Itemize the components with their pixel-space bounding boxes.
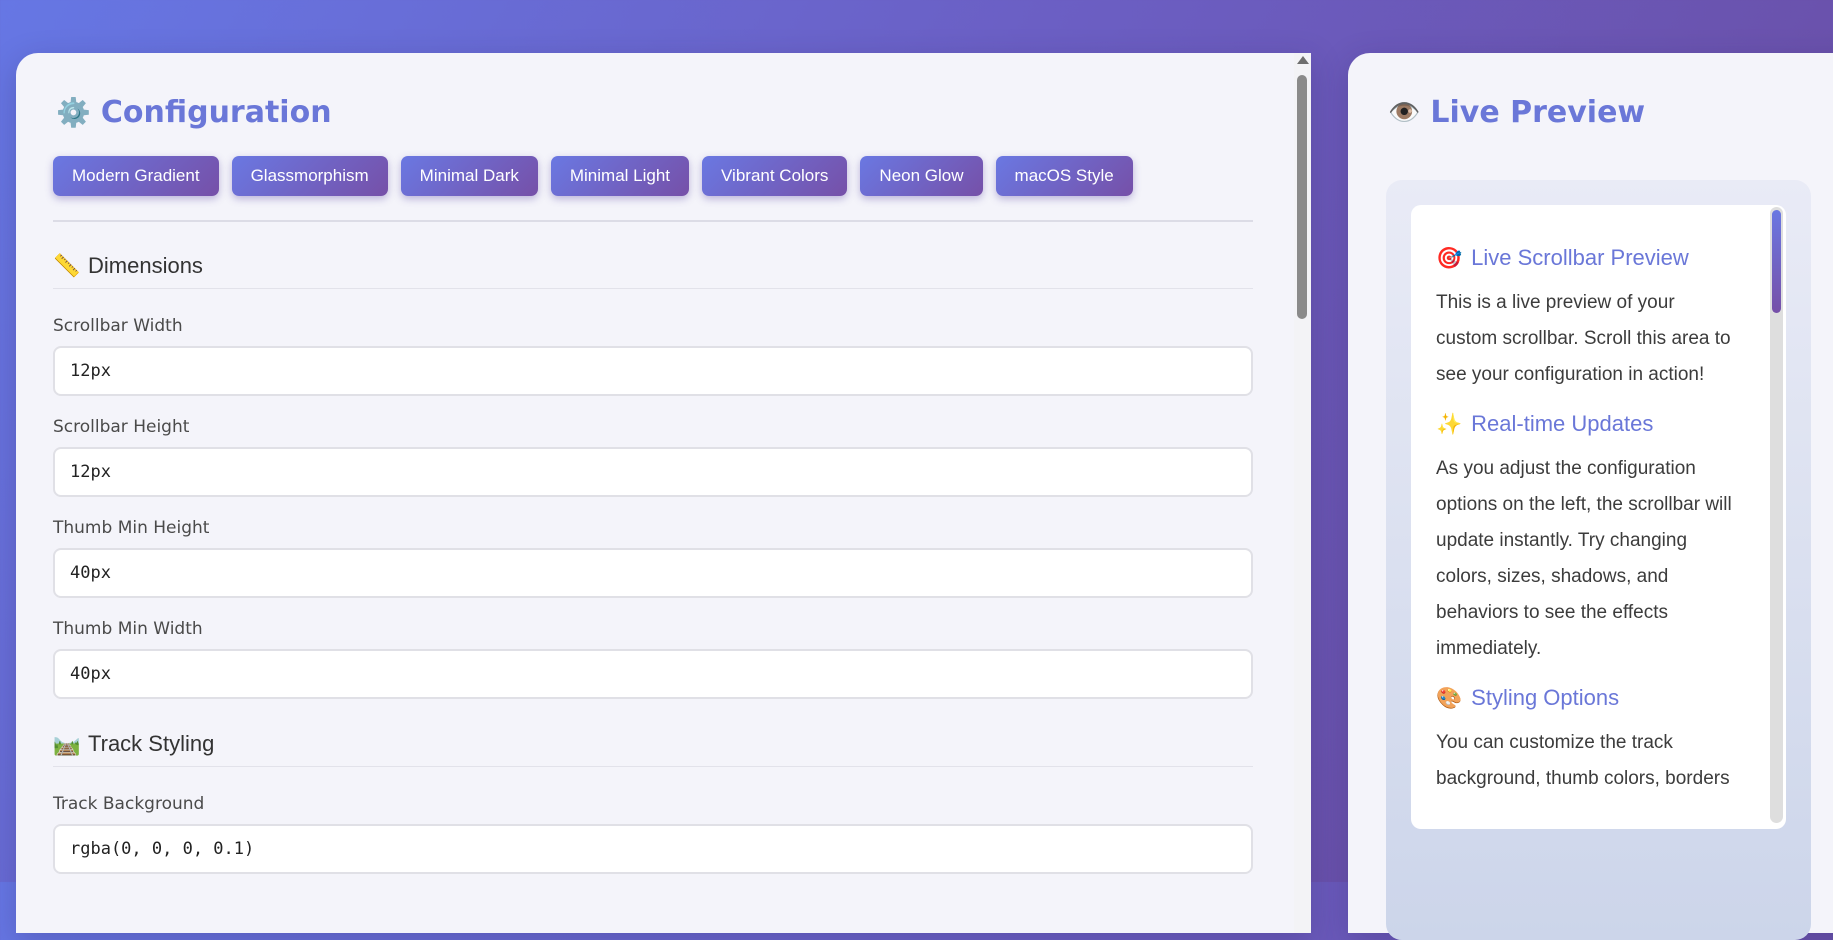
dimensions-heading-text: Dimensions xyxy=(88,253,203,278)
live-preview-title: Live Preview xyxy=(1430,95,1646,130)
preview-scrollbar-track[interactable] xyxy=(1770,207,1783,823)
scrollbar-height-input[interactable] xyxy=(53,447,1253,497)
live-preview-header: 👁️ Live Preview xyxy=(1388,95,1645,130)
preview-paragraph: As you adjust the configuration options … xyxy=(1436,458,1732,659)
scrollbar-height-label: Scrollbar Height xyxy=(53,417,190,437)
configuration-title: Configuration xyxy=(100,95,332,130)
config-panel-scroll-thumb[interactable] xyxy=(1297,75,1307,319)
scrollbar-width-input[interactable] xyxy=(53,346,1253,396)
preview-scroll-area[interactable]: 🎯 Live Scrollbar Preview This is a live … xyxy=(1411,205,1786,829)
preview-section-heading: 🎯 Live Scrollbar Preview xyxy=(1436,245,1736,271)
track-background-input[interactable] xyxy=(53,824,1253,874)
live-preview-panel: 👁️ Live Preview 🎯 Live Scrollbar Preview… xyxy=(1348,53,1833,940)
preview-heading-text: Styling Options xyxy=(1471,685,1620,710)
preview-paragraph: This is a live preview of your custom sc… xyxy=(1436,292,1731,385)
target-icon: 🎯 xyxy=(1436,245,1463,270)
thumb-min-width-input[interactable] xyxy=(53,649,1253,699)
preset-glassmorphism-button[interactable]: Glassmorphism xyxy=(231,156,388,196)
preset-macos-style-button[interactable]: macOS Style xyxy=(995,156,1133,196)
preview-content: 🎯 Live Scrollbar Preview This is a live … xyxy=(1411,205,1760,797)
scroll-up-arrow-icon[interactable] xyxy=(1297,56,1309,64)
thumb-min-width-label: Thumb Min Width xyxy=(53,619,203,639)
preview-heading-text: Live Scrollbar Preview xyxy=(1471,245,1689,270)
palette-icon: 🎨 xyxy=(1436,685,1463,710)
preview-heading-text: Real-time Updates xyxy=(1471,411,1654,436)
thumb-min-height-label: Thumb Min Height xyxy=(53,518,210,538)
divider xyxy=(53,220,1253,222)
track-background-label: Track Background xyxy=(53,794,205,814)
preset-modern-gradient-button[interactable]: Modern Gradient xyxy=(53,156,219,196)
sparkles-icon: ✨ xyxy=(1436,411,1463,436)
configuration-panel: ⚙️ Configuration Modern Gradient Glassmo… xyxy=(16,53,1311,933)
configuration-header: ⚙️ Configuration xyxy=(56,95,332,130)
eye-icon: 👁️ xyxy=(1388,97,1421,128)
thumb-min-height-input[interactable] xyxy=(53,548,1253,598)
preset-neon-glow-button[interactable]: Neon Glow xyxy=(860,156,983,196)
preset-buttons: Modern Gradient Glassmorphism Minimal Da… xyxy=(53,156,1133,196)
track-styling-section-heading: 🛤️ Track Styling xyxy=(53,731,1253,767)
preview-section-heading: 🎨 Styling Options xyxy=(1436,685,1736,711)
dimensions-section-heading: 📏 Dimensions xyxy=(53,253,1253,289)
railway-track-icon: 🛤️ xyxy=(53,731,81,757)
track-styling-heading-text: Track Styling xyxy=(88,731,215,756)
preview-section-heading: ✨ Real-time Updates xyxy=(1436,411,1736,437)
gear-icon: ⚙️ xyxy=(56,96,91,129)
preset-minimal-dark-button[interactable]: Minimal Dark xyxy=(400,156,538,196)
ruler-icon: 📏 xyxy=(53,253,81,279)
preview-paragraph: You can customize the track background, … xyxy=(1436,732,1730,789)
preset-vibrant-colors-button[interactable]: Vibrant Colors xyxy=(702,156,848,196)
preview-scrollbar-thumb[interactable] xyxy=(1772,210,1781,313)
preset-minimal-light-button[interactable]: Minimal Light xyxy=(550,156,690,196)
config-panel-scrollbar[interactable] xyxy=(1294,53,1311,933)
scrollbar-width-label: Scrollbar Width xyxy=(53,316,183,336)
preview-stage: 🎯 Live Scrollbar Preview This is a live … xyxy=(1386,180,1811,940)
